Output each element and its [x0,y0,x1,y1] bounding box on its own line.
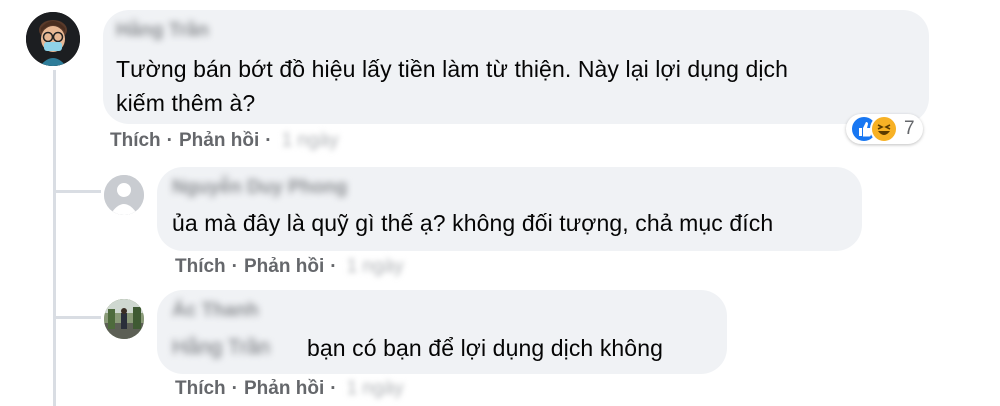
like-link[interactable]: Thích [175,378,226,400]
reaction-summary[interactable]: 7 [846,114,923,144]
comment-text: bạn có bạn để lợi dụng dịch không [307,335,663,361]
separator-dot: · [231,378,238,399]
comment-timestamp[interactable]: 1 ngày [347,256,404,278]
comment-actions: Thích · Phản hồi · 1 ngày [110,130,339,152]
separator-dot: · [330,378,337,399]
memoji-avatar-icon [26,12,80,66]
comment-text: ủa mà đây là quỹ gì thế ạ? không đối tượ… [172,210,774,236]
comment-actions: Thích · Phản hồi · 1 ngày [175,256,404,278]
separator-dot: · [330,256,337,277]
separator-dot: · [166,130,173,151]
comment-bubble: Ác Thanh Hằng Trần bạn có bạn để lợi dụn… [157,290,727,374]
comment-actions: Thích · Phản hồi · 1 ngày [175,378,404,400]
comment-text-line: Tường bán bớt đồ hiệu lấy tiền làm từ th… [116,56,789,82]
thread-line-branch-1 [53,190,101,193]
comment-timestamp[interactable]: 1 ngày [347,378,404,400]
thread-line-main [53,70,56,406]
thread-line-branch-2 [53,316,101,319]
photo-avatar-icon [104,299,144,339]
comment-author[interactable]: Ác Thanh [172,300,259,322]
separator-dot: · [265,130,272,151]
comment-timestamp[interactable]: 1 ngày [282,130,339,152]
comment-bubble: Nguyễn Duy Phong ủa mà đây là quỹ gì thế… [157,167,862,251]
haha-icon [870,115,898,143]
separator-dot: · [231,256,238,277]
comment-text-line: kiếm thêm à? [116,90,256,116]
comment-bubble: Hằng Trần Tường bán bớt đồ hiệu lấy tiền… [103,10,929,124]
mention-tag[interactable]: Hằng Trần [172,336,270,360]
reaction-count: 7 [904,118,915,139]
comment-author[interactable]: Nguyễn Duy Phong [172,177,347,199]
avatar[interactable] [104,175,144,215]
reply-link[interactable]: Phản hồi [179,130,259,152]
like-link[interactable]: Thích [175,256,226,278]
reply-link[interactable]: Phản hồi [244,256,324,278]
comment-text: Tường bán bớt đồ hiệu lấy tiền làm từ th… [116,52,788,120]
default-user-icon [104,175,144,215]
avatar[interactable] [26,12,80,66]
comment-author[interactable]: Hằng Trần [116,20,209,42]
like-link[interactable]: Thích [110,130,161,152]
avatar[interactable] [104,299,144,339]
reply-link[interactable]: Phản hồi [244,378,324,400]
